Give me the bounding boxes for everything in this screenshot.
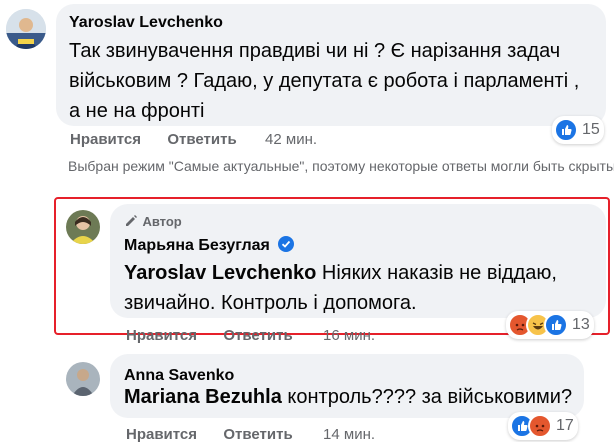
comment-time[interactable]: 16 мин. [323, 327, 375, 344]
sort-notice: Выбран режим "Самые актуальные", поэтому… [68, 158, 614, 174]
comment-bubble: Anna Savenko Mariana Bezuhla контроль???… [110, 354, 584, 418]
reactions-summary[interactable]: 17 [508, 412, 578, 440]
comment-text: Yaroslav Levchenko Ніяких наказів не від… [124, 258, 584, 318]
avatar-image [66, 362, 100, 396]
like-reaction-icon [554, 118, 578, 142]
like-reaction-icon [544, 313, 568, 337]
comment-text: Mariana Bezuhla контроль???? за військов… [124, 382, 574, 412]
like-button[interactable]: Нравится [126, 426, 197, 442]
avatar-image [6, 9, 46, 49]
comment-bubble: Автор Марьяна Безуглая Yaroslav Levchenk… [110, 204, 606, 318]
comment-author-row: Марьяна Безуглая [124, 236, 295, 255]
reply-button[interactable]: Ответить [167, 131, 236, 148]
comment-bubble: Yaroslav Levchenko Так звинувачення прав… [56, 4, 606, 126]
reply-button[interactable]: Ответить [223, 426, 292, 442]
like-button[interactable]: Нравится [126, 327, 197, 344]
comment-body: контроль???? за військовими? [287, 386, 573, 408]
avatar[interactable] [66, 210, 100, 244]
reactions-count: 17 [556, 417, 574, 434]
comment-time[interactable]: 14 мин. [323, 426, 375, 442]
comment-time[interactable]: 42 мин. [265, 131, 317, 148]
avatar[interactable] [66, 362, 100, 396]
comment-text: Так звинувачення правдиві чи ні ? Є нарі… [69, 40, 580, 122]
reactions-count: 15 [582, 121, 600, 138]
avatar[interactable] [6, 9, 46, 49]
reactions-summary[interactable]: 13 [506, 311, 594, 339]
comment-author[interactable]: Марьяна Безуглая [124, 237, 270, 254]
reactions-summary[interactable]: 15 [552, 116, 604, 144]
author-badge-label: Автор [142, 214, 182, 229]
comment-actions: Нравится Ответить 16 мин. [126, 327, 375, 344]
angry-reaction-icon [528, 414, 552, 438]
avatar-image [66, 210, 100, 244]
reply-button[interactable]: Ответить [223, 327, 292, 344]
author-badge: Автор [124, 213, 182, 231]
tagged-user[interactable]: Mariana Bezuhla [124, 386, 282, 408]
comment-actions: Нравится Ответить 14 мин. [126, 426, 375, 442]
pencil-icon [126, 215, 137, 226]
tagged-user[interactable]: Yaroslav Levchenko [124, 262, 316, 284]
verified-badge-icon [278, 236, 295, 252]
comment-actions: Нравится Ответить 42 мин. [70, 131, 317, 148]
like-button[interactable]: Нравится [70, 131, 141, 148]
reactions-count: 13 [572, 316, 590, 333]
comment-author[interactable]: Yaroslav Levchenko [69, 14, 223, 32]
